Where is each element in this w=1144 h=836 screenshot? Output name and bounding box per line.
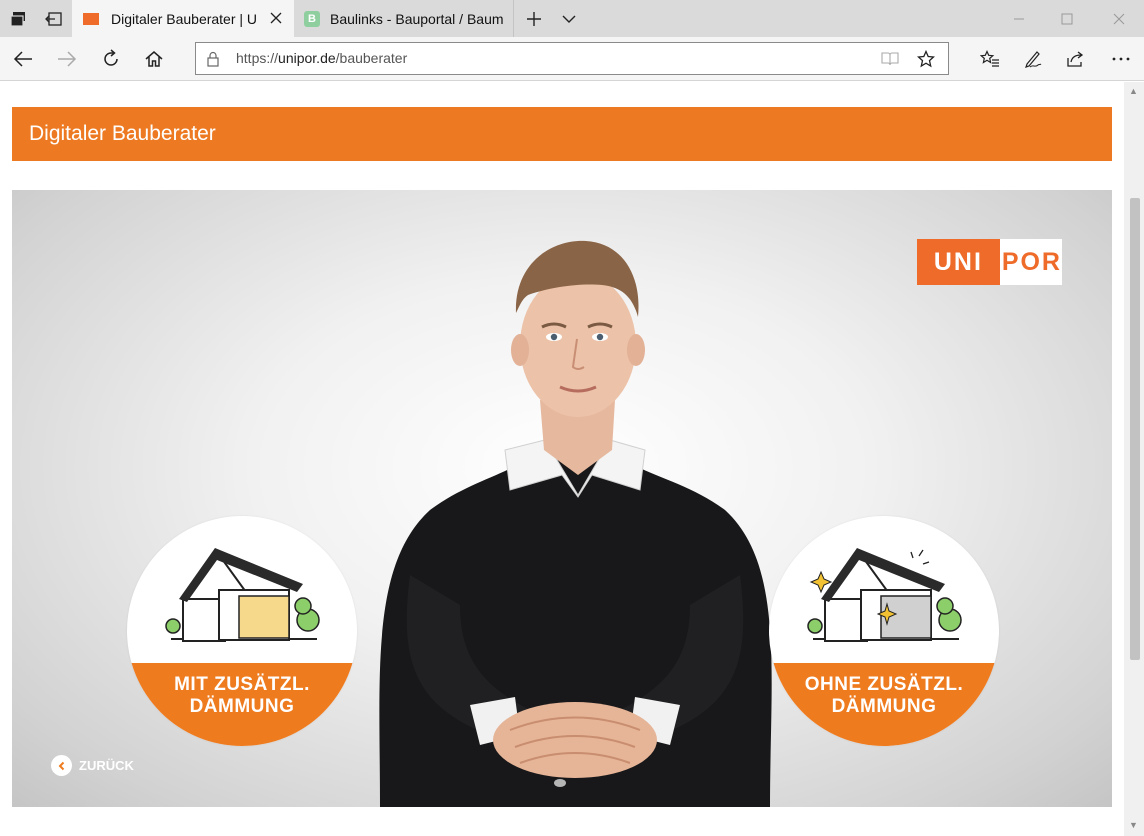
new-tab-icon[interactable]	[516, 0, 552, 37]
scrollbar-thumb[interactable]	[1130, 198, 1140, 660]
more-icon[interactable]	[1101, 37, 1141, 81]
presenter-image	[379, 240, 772, 807]
forward-icon[interactable]	[47, 37, 87, 81]
refresh-icon[interactable]	[91, 37, 131, 81]
reading-view-icon[interactable]	[880, 51, 900, 67]
unipor-favicon-icon	[83, 12, 99, 25]
navigation-bar: https://unipor.de/bauberater	[0, 37, 1144, 81]
minimize-icon[interactable]	[994, 0, 1044, 37]
logo-text-right: POR	[1001, 247, 1062, 276]
home-icon[interactable]	[134, 37, 174, 81]
house-insulated-icon	[165, 548, 320, 642]
page-title-banner: Digitaler Bauberater	[12, 107, 1112, 161]
tab-manager-icon[interactable]	[0, 0, 36, 37]
choice-label-line2: DÄMMUNG	[831, 696, 937, 717]
close-icon[interactable]	[1094, 0, 1144, 37]
back-icon[interactable]	[3, 37, 43, 81]
tab-bar: Digitaler Bauberater | U B Baulinks - Ba…	[0, 0, 1144, 37]
page-scrollbar[interactable]: ▲ ▼	[1124, 82, 1144, 836]
logo-text-left: UNI	[917, 239, 1000, 285]
choice-label-line2: DÄMMUNG	[189, 696, 295, 717]
back-label: ZURÜCK	[79, 758, 134, 773]
choice-label-line1: MIT ZUSÄTZL.	[174, 674, 310, 695]
tab-digitaler-bauberater[interactable]: Digitaler Bauberater | U	[72, 0, 294, 37]
tab-baulinks[interactable]: B Baulinks - Bauportal / Baum	[294, 0, 514, 37]
back-button[interactable]: ZURÜCK	[51, 755, 134, 776]
url-text[interactable]: https://unipor.de/bauberater	[236, 50, 407, 66]
favorite-star-icon[interactable]	[917, 50, 935, 68]
page-title: Digitaler Bauberater	[29, 122, 216, 145]
lock-icon[interactable]	[206, 51, 220, 67]
url-path: /bauberater	[335, 50, 408, 66]
unipor-logo: UNI POR	[917, 239, 1062, 285]
share-icon[interactable]	[1056, 37, 1096, 81]
pen-icon[interactable]	[1013, 37, 1053, 81]
close-tab-icon[interactable]	[268, 10, 284, 26]
maximize-icon[interactable]	[1042, 0, 1092, 37]
choice-label-line1: OHNE ZUSÄTZL.	[804, 674, 964, 695]
tab-title: Baulinks - Bauportal / Baum	[330, 10, 504, 27]
house-uninsulated-icon	[807, 548, 962, 642]
set-aside-icon[interactable]	[36, 0, 72, 37]
choice-label: MIT ZUSÄTZL. DÄMMUNG	[127, 674, 357, 718]
scroll-down-icon[interactable]: ▼	[1129, 820, 1138, 830]
scroll-up-icon[interactable]: ▲	[1129, 86, 1138, 96]
choice-ohne-daemmung[interactable]: OHNE ZUSÄTZL. DÄMMUNG	[769, 516, 999, 746]
tab-title: Digitaler Bauberater | U	[111, 10, 258, 27]
url-host: unipor.de	[278, 50, 336, 66]
tab-list-icon[interactable]	[551, 0, 587, 37]
choice-mit-daemmung[interactable]: MIT ZUSÄTZL. DÄMMUNG	[127, 516, 357, 746]
url-scheme: https://	[236, 50, 279, 66]
web-page: Digitaler Bauberater UNI POR MIT ZUSÄTZL…	[0, 82, 1124, 836]
address-bar[interactable]: https://unipor.de/bauberater	[195, 42, 949, 75]
favorites-list-icon[interactable]	[970, 37, 1010, 81]
video-player[interactable]: UNI POR MIT ZUSÄTZL. DÄMMUNG OHNE ZUSÄTZ…	[12, 190, 1112, 807]
choice-label: OHNE ZUSÄTZL. DÄMMUNG	[769, 674, 999, 718]
browser-window: Digitaler Bauberater | U B Baulinks - Ba…	[0, 0, 1144, 836]
baulinks-favicon-icon: B	[304, 10, 320, 27]
chevron-left-icon	[51, 755, 72, 776]
